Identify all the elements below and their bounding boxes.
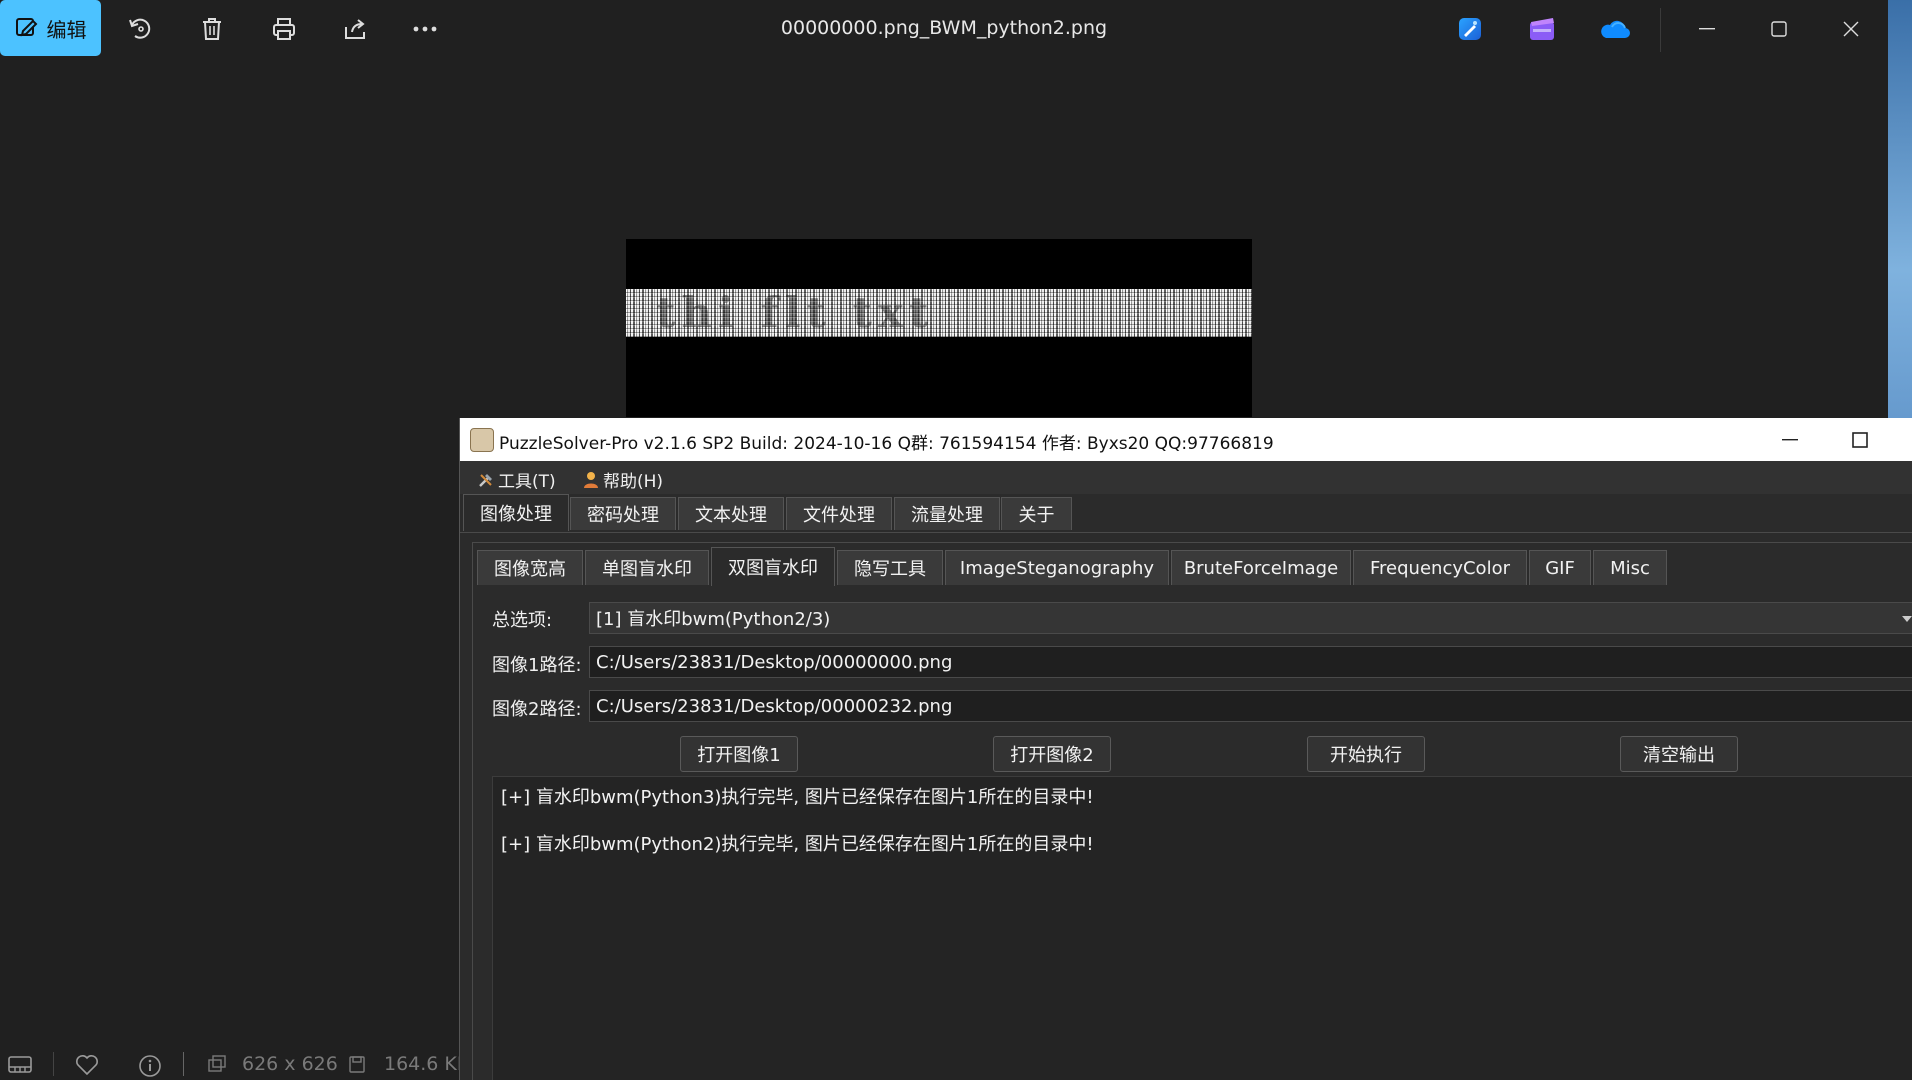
tab-image-processing[interactable]: 图像处理 [463,494,569,531]
subtab-gif[interactable]: GIF [1529,550,1591,585]
puzzlesolver-titlebar[interactable]: PuzzleSolver-Pro v2.1.6 SP2 Build: 2024-… [460,418,1912,461]
mode-label: 总选项: [492,610,553,631]
tab-about[interactable]: 关于 [1001,497,1072,530]
delete-button[interactable] [182,4,242,54]
puzzlesolver-minimize-button[interactable] [1760,418,1820,461]
image-preview[interactable]: thi flt txt [626,239,1252,417]
favorite-heart-icon[interactable] [75,1054,99,1076]
edit-button-label: 编辑 [46,17,87,42]
tab-text[interactable]: 文本处理 [678,497,784,530]
more-options-button[interactable] [395,4,455,54]
viewer-status-bar: 626 x 626 164.6 KB [0,1050,470,1080]
more-icon [413,26,437,32]
mode-select-value: [1] 盲水印bwm(Python2/3) [596,609,831,630]
subtab-single-watermark[interactable]: 单图盲水印 [585,550,709,585]
designer-app-icon [1459,18,1481,40]
dimensions-icon [207,1054,227,1074]
onedrive-cloud-icon [1601,20,1630,38]
rotate-icon [129,18,151,39]
mode-select[interactable]: [1] 盲水印bwm(Python2/3) [589,602,1912,634]
puzzlesolver-maximize-button[interactable] [1830,418,1890,461]
subtab-image-size[interactable]: 图像宽高 [477,550,583,585]
info-icon[interactable] [138,1054,162,1078]
menu-tools-label: 工具(T) [498,472,556,492]
clear-output-button[interactable]: 清空输出 [1620,736,1738,772]
maximize-icon [1852,431,1868,448]
menu-help[interactable]: 帮助(H) [582,467,663,492]
menu-bar: 工具(T) 帮助(H) [460,461,1912,494]
share-icon [345,19,365,39]
chevron-down-icon [1902,616,1912,622]
file-size-icon [348,1054,366,1074]
onedrive-button[interactable] [1584,4,1644,54]
viewer-toolbar: 编辑 00000000.png_BWM_python2.png [0,0,1888,58]
filmstrip-toggle-icon[interactable] [8,1054,32,1074]
maximize-icon [1771,21,1787,37]
minimize-icon [1699,28,1715,30]
image1-path-input[interactable]: C:/Users/23831/Desktop/00000000.png [589,646,1912,678]
run-button[interactable]: 开始执行 [1307,736,1425,772]
status-divider [183,1052,184,1076]
viewer-close-button[interactable] [1816,4,1886,54]
status-divider [53,1052,54,1076]
menu-tools[interactable]: 工具(T) [477,467,556,492]
image-dimensions: 626 x 626 [242,1053,338,1075]
edit-image-icon [15,16,39,40]
close-icon [1843,21,1859,37]
output-log[interactable]: [+] 盲水印bwm(Python3)执行完毕, 图片已经保存在图片1所在的目录… [492,776,1912,1080]
menu-help-label: 帮助(H) [603,472,664,492]
subtab-bruteforce-image[interactable]: BruteForceImage [1171,550,1351,585]
clipchamp-app-button[interactable] [1512,4,1572,54]
help-person-icon [584,471,598,488]
extracted-watermark-text: thi flt txt [656,288,935,337]
open-image1-button[interactable]: 打开图像1 [680,736,798,772]
image2-path-label: 图像2路径: [492,699,582,720]
image1-path-label: 图像1路径: [492,655,582,676]
tab-traffic[interactable]: 流量处理 [894,497,1000,530]
viewer-minimize-button[interactable] [1672,4,1742,54]
trash-icon [203,18,221,40]
window-title: PuzzleSolver-Pro v2.1.6 SP2 Build: 2024-… [499,434,1274,454]
log-line: [+] 盲水印bwm(Python2)执行完毕, 图片已经保存在图片1所在的目录… [501,834,1094,855]
subtab-dual-watermark[interactable]: 双图盲水印 [711,547,835,586]
image2-path-input[interactable]: C:/Users/23831/Desktop/00000232.png [589,690,1912,722]
tab-crypto[interactable]: 密码处理 [570,497,676,530]
subtab-misc[interactable]: Misc [1593,550,1667,585]
open-image2-button[interactable]: 打开图像2 [993,736,1111,772]
clipchamp-app-icon [1530,18,1554,40]
rotate-button[interactable] [110,4,170,54]
share-button[interactable] [326,4,386,54]
subtab-stego-tools[interactable]: 隐写工具 [837,550,943,585]
minimize-icon [1782,438,1798,440]
watermark-noise-band: thi flt txt [626,289,1252,337]
viewer-maximize-button[interactable] [1744,4,1814,54]
tools-icon [479,473,492,487]
edit-button[interactable]: 编辑 [0,0,101,56]
printer-icon [273,18,295,40]
file-size: 164.6 KB [384,1053,470,1075]
tab-file[interactable]: 文件处理 [786,497,892,530]
puzzlesolver-app-icon [470,428,494,452]
main-tab-bar: 图像处理 密码处理 文本处理 文件处理 流量处理 关于 [460,494,1912,533]
puzzlesolver-window: PuzzleSolver-Pro v2.1.6 SP2 Build: 2024-… [459,418,1912,1080]
designer-app-button[interactable] [1440,4,1500,54]
print-button[interactable] [254,4,314,54]
toolbar-divider [1660,8,1661,52]
subtab-image-steganography[interactable]: ImageSteganography [945,550,1169,585]
subtab-frequency-color[interactable]: FrequencyColor [1353,550,1527,585]
log-line: [+] 盲水印bwm(Python3)执行完毕, 图片已经保存在图片1所在的目录… [501,787,1094,808]
sub-tab-bar: 图像宽高 单图盲水印 双图盲水印 隐写工具 ImageSteganography… [460,542,1912,586]
